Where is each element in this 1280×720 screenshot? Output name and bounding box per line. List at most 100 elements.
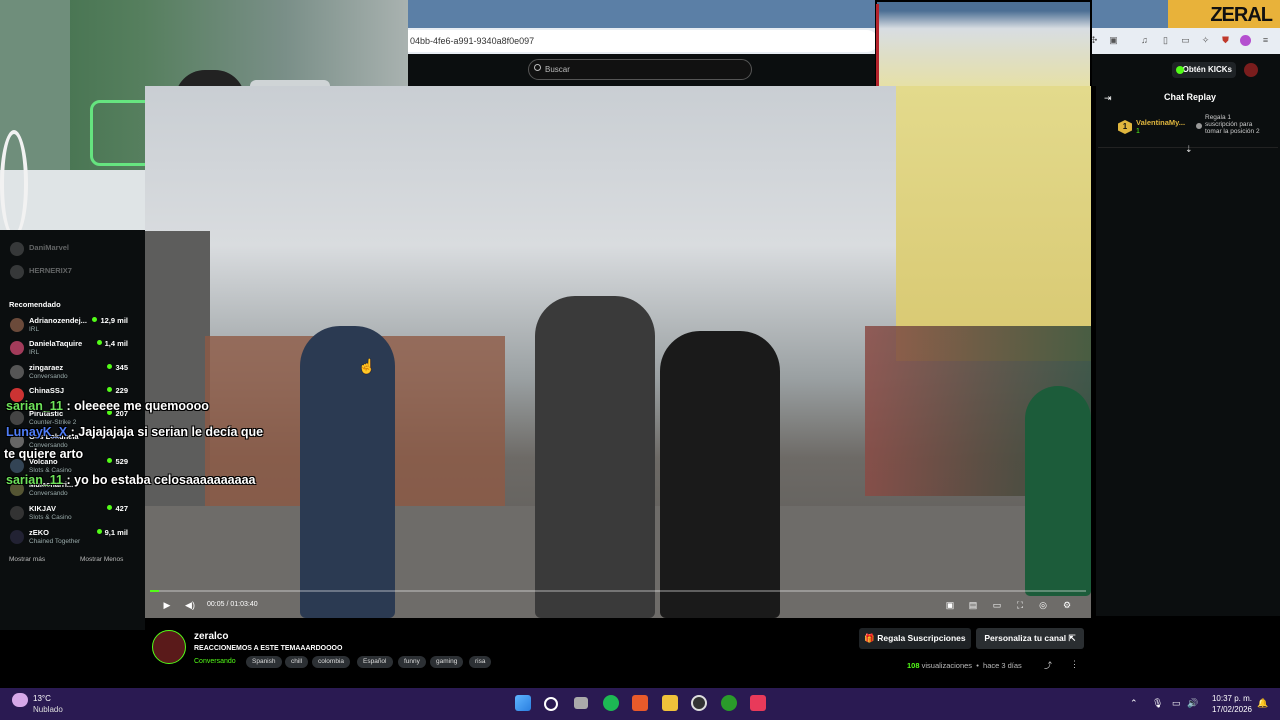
sidebar-item-channel[interactable]: KIKJAV Slots & Casino 427 (8, 504, 138, 526)
clip-icon[interactable]: ▤ (968, 601, 978, 610)
sidebar-icon[interactable]: ▯ (1160, 35, 1171, 46)
search-input[interactable]: Buscar (528, 59, 752, 80)
hand-cursor-icon: ☝ (358, 358, 376, 374)
viewer-count: 1,4 mil (97, 339, 128, 348)
tag[interactable]: colombia (312, 656, 351, 668)
top-gifter-name[interactable]: ValentinaMy... (1136, 118, 1185, 127)
gift-subs-button[interactable]: 🎁 Regala Suscripciones (859, 628, 971, 649)
progress-bar[interactable] (150, 590, 1086, 592)
sidebar-item-channel[interactable]: zEKO Chained Together 9,1 mil (8, 528, 138, 550)
extension-icon[interactable]: ▣ (1108, 35, 1119, 46)
play-icon[interactable]: ▶ (162, 601, 172, 610)
brave-browser-icon[interactable] (632, 695, 648, 711)
channel-name: DanielaTaquire (29, 339, 83, 348)
kicks-icon (1176, 66, 1184, 74)
settings-gear-icon[interactable]: ⚙ (1062, 601, 1072, 610)
share-icon[interactable]: ⤴ (1044, 660, 1052, 671)
monitor-icon[interactable]: ▭ (1172, 698, 1181, 709)
channel-category: IRL (29, 326, 40, 333)
recommended-heading: Recomendado (9, 300, 61, 309)
theater-mode-icon[interactable]: ▭ (992, 601, 1002, 610)
overlay-chat-line: sarian_11 : oleeeee me quemoooo (6, 399, 209, 413)
search-icon[interactable] (544, 697, 558, 711)
channel-name: DaniMarvel (29, 243, 70, 252)
video-scene-building (896, 86, 1091, 361)
streamer-name[interactable]: zeralco (194, 631, 228, 642)
stream-category[interactable]: Conversando (194, 658, 236, 665)
microphone-icon[interactable]: 🎙 (1152, 698, 1163, 709)
show-less-link[interactable]: Mostrar Menos (80, 556, 123, 563)
stream-age: hace 3 días (983, 661, 1022, 670)
collapse-chat-icon[interactable]: ⇥ (1104, 93, 1112, 104)
channel-name: zingaraez (29, 363, 64, 372)
sidebar-item-followed[interactable]: HERNERIX7 (8, 263, 138, 285)
shield-icon[interactable]: ⛊ (1220, 35, 1231, 46)
weather-icon[interactable] (12, 693, 28, 707)
viewer-count: 529 (107, 457, 128, 466)
viewer-count: 345 (107, 363, 128, 372)
avatar (10, 530, 24, 544)
tag[interactable]: funny (398, 656, 426, 668)
fullscreen-icon[interactable]: ⛶ (1015, 601, 1025, 610)
file-explorer-icon[interactable] (662, 695, 678, 711)
channel-name: ChinaSSJ (29, 386, 65, 395)
address-bar[interactable]: 04bb-4fe6-a991-9340a8f0e097 (408, 30, 878, 52)
video-scene-person (1025, 386, 1091, 596)
wallet-icon[interactable]: ▭ (1180, 35, 1191, 46)
chat-panel (1096, 86, 1280, 616)
channel-category: Conversando (29, 373, 68, 380)
channel-name: zEKO (29, 528, 50, 537)
scroll-down-icon[interactable]: ⇣ (1185, 144, 1193, 155)
start-icon[interactable] (515, 695, 531, 711)
weather-temperature[interactable]: 13°C (33, 694, 51, 703)
spotify-icon[interactable] (603, 695, 619, 711)
profile-icon[interactable] (1240, 35, 1251, 46)
viewer-count: 229 (107, 386, 128, 395)
obs-icon[interactable] (691, 695, 707, 711)
xbox-icon[interactable] (721, 695, 737, 711)
volume-icon[interactable]: ◀) (185, 601, 195, 610)
music-icon[interactable]: ♫ (1139, 35, 1150, 46)
customize-channel-button[interactable]: Personaliza tu canal ⇱ (976, 628, 1084, 649)
notification-icon[interactable]: 🔔 (1257, 698, 1268, 709)
chevron-up-icon[interactable]: ⌃ (1130, 698, 1138, 709)
user-avatar[interactable] (1244, 63, 1258, 77)
tag[interactable]: Español (357, 656, 393, 668)
sidebar-item-channel[interactable]: Adrianozendej... IRL 12,9 mil (8, 316, 138, 338)
pip-icon[interactable]: ▣ (945, 601, 955, 610)
gift-prompt[interactable]: Regala 1 suscripción para tomar la posic… (1205, 114, 1265, 135)
weather-condition[interactable]: Nublado (33, 705, 63, 714)
task-view-icon[interactable] (574, 697, 588, 709)
video-player[interactable] (145, 86, 1091, 618)
vpn-icon[interactable]: ✧ (1200, 35, 1211, 46)
sidebar-item-channel[interactable]: DanielaTaquire IRL 1,4 mil (8, 339, 138, 361)
channel-category: IRL (29, 349, 40, 356)
sidebar-item-followed[interactable]: DaniMarvel (8, 240, 138, 262)
channel-name: KIKJAV (29, 504, 56, 513)
speed-icon[interactable]: ◎ (1038, 601, 1048, 610)
channel-category: Chained Together (29, 538, 81, 545)
overlay-chat-line: LunayK_X : Jajajajaja si serian le decía… (6, 425, 263, 439)
tag[interactable]: chill (285, 656, 309, 668)
avatar (10, 318, 24, 332)
viewer-count: 12,9 mil (92, 316, 128, 325)
channel-name: Adrianozendej... (29, 316, 87, 325)
tag[interactable]: gaming (430, 656, 464, 668)
browser-tab-bar (408, 0, 1280, 28)
sidebar-item-channel[interactable]: zingaraez Conversando 345 (8, 363, 138, 385)
tag[interactable]: risa (469, 656, 492, 668)
clock-date[interactable]: 17/02/2026 (1204, 705, 1252, 714)
tag[interactable]: Spanish (246, 656, 282, 668)
show-more-link[interactable]: Mostrar más (9, 556, 45, 563)
channel-category: Conversando (29, 490, 68, 497)
clock-time[interactable]: 10:37 p. m. (1210, 694, 1252, 703)
video-scene-person (300, 326, 395, 618)
info-icon[interactable] (1196, 123, 1202, 129)
more-options-icon[interactable]: ⋮ (1070, 659, 1079, 670)
menu-icon[interactable]: ≡ (1260, 35, 1271, 46)
chat-message: te quiere arto (4, 447, 84, 461)
speaker-icon[interactable]: 🔊 (1187, 698, 1198, 709)
streamer-avatar[interactable] (152, 630, 186, 664)
avatar (10, 506, 24, 520)
tiktok-icon[interactable] (750, 695, 766, 711)
